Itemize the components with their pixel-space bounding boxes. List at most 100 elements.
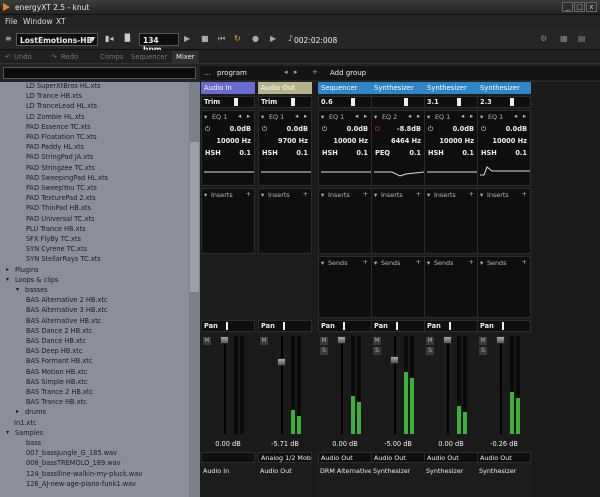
next-band-icon[interactable]: ▸: [523, 112, 526, 120]
tree-item[interactable]: bass: [26, 439, 41, 449]
tree-item[interactable]: BAS Motion HB.xtc: [26, 368, 87, 378]
eq-box[interactable]: ▾ EQ 1 ◂ ▸ ⏻ 0.0dB 10000 Hz HSH 0.1: [201, 110, 255, 186]
trim-box[interactable]: Trim: [258, 96, 312, 108]
sends-arrow-icon[interactable]: ▾: [321, 259, 324, 267]
tree-item[interactable]: BAS Simple HB.xtc: [26, 378, 88, 388]
trim-slider-handle[interactable]: [291, 98, 295, 106]
volume-fader[interactable]: [337, 336, 346, 344]
tree-item[interactable]: Loops & clips: [15, 276, 59, 286]
trim-box[interactable]: [371, 96, 425, 108]
tree-item[interactable]: PAD Floatation TC.xts: [26, 133, 97, 143]
tree-item[interactable]: BAS Trance 2 HB.xtc: [26, 388, 93, 398]
menu-file[interactable]: File: [5, 17, 18, 26]
pan-box[interactable]: Pan: [258, 320, 312, 332]
tree-item[interactable]: PAD Essence TC.xts: [26, 123, 91, 133]
tree-item[interactable]: PAD SweepYou TC.xts: [26, 184, 97, 194]
inserts-arrow-icon[interactable]: ▾: [204, 191, 207, 199]
tree-item[interactable]: BAS Alternative 3 HB.xtc: [26, 306, 108, 316]
power-icon[interactable]: ⏻: [322, 125, 327, 134]
pan-box[interactable]: Pan: [477, 320, 531, 332]
trim-slider-handle[interactable]: [234, 98, 238, 106]
play-icon[interactable]: ▶: [184, 34, 190, 43]
pan-handle[interactable]: [283, 322, 285, 330]
mute-button[interactable]: M: [479, 337, 487, 345]
inserts-arrow-icon[interactable]: ▾: [321, 191, 324, 199]
channel-name[interactable]: Sequencer: [318, 82, 372, 94]
collapse-arrow-icon[interactable]: ▾: [16, 286, 19, 293]
browser-scroll-thumb[interactable]: [190, 142, 199, 292]
program-label[interactable]: program: [217, 69, 247, 77]
mute-button[interactable]: M: [203, 337, 211, 345]
plus-icon[interactable]: +: [312, 68, 318, 76]
metronome-icon[interactable]: ▮◂: [105, 34, 113, 43]
eq-box[interactable]: ▾ EQ 1 ◂ ▸ ⏻ 0.0dB 10000 Hz HSH 0.1: [477, 110, 531, 186]
sends-arrow-icon[interactable]: ▾: [427, 259, 430, 267]
prev-band-icon[interactable]: ◂: [355, 112, 358, 120]
next-band-icon[interactable]: ▸: [364, 112, 367, 120]
output-selector[interactable]: Audio Out: [371, 452, 425, 463]
tree-item[interactable]: 124_basslline-walkin-my-pluck.wav: [26, 470, 142, 480]
tree-item[interactable]: BAS Trance HB.xtc: [26, 398, 87, 408]
redo-button[interactable]: Redo: [61, 53, 78, 61]
channel-name[interactable]: Audio Out: [258, 82, 312, 94]
inserts-arrow-icon[interactable]: ▾: [374, 191, 377, 199]
tree-item[interactable]: PLU Trance HB.xts: [26, 225, 86, 235]
panel-icon[interactable]: ▤: [578, 34, 586, 43]
wrench-icon[interactable]: ⚙: [540, 34, 547, 43]
pan-handle[interactable]: [396, 322, 398, 330]
trim-slider-handle[interactable]: [404, 98, 408, 106]
undo-icon[interactable]: ↶: [5, 53, 11, 61]
volume-fader[interactable]: [443, 336, 452, 344]
stop-icon[interactable]: ■: [201, 34, 209, 43]
tree-item[interactable]: LD Trance HB.xts: [26, 92, 82, 102]
dropdown-arrow-icon[interactable]: ▾: [480, 113, 483, 121]
close-button[interactable]: x: [586, 2, 597, 12]
tree-item[interactable]: BAS Deep HB.xtc: [26, 347, 82, 357]
eq-box[interactable]: ▾ EQ 1 ◂ ▸ ⏻ 0.0dB 10000 Hz HSH 0.1: [424, 110, 478, 186]
pan-handle[interactable]: [502, 322, 504, 330]
tree-item[interactable]: PAD Universal TC.xts: [26, 215, 94, 225]
dropdown-arrow-icon[interactable]: ▾: [374, 113, 377, 121]
add-group-button[interactable]: Add group: [330, 69, 366, 77]
menu-window[interactable]: Window: [23, 17, 53, 26]
tree-item[interactable]: SFX FlyBy TC.xts: [26, 235, 81, 245]
hamburger-menu-icon[interactable]: ≡: [5, 34, 12, 43]
sends-box[interactable]: ▾ Sends +: [318, 256, 372, 318]
loop-icon[interactable]: ↻: [234, 34, 241, 43]
solo-button[interactable]: S: [479, 347, 487, 355]
power-icon[interactable]: ⏻: [262, 125, 267, 134]
dropdown-arrow-icon[interactable]: ▾: [321, 113, 324, 121]
collapse-arrow-icon[interactable]: ▾: [6, 276, 9, 283]
prev-band-icon[interactable]: ◂: [514, 112, 517, 120]
volume-icon[interactable]: ▐▌: [122, 34, 133, 43]
eq-box[interactable]: ▾ EQ 1 ◂ ▸ ⏻ 0.0dB 9700 Hz HSH 0.1: [258, 110, 312, 186]
tab-sequencer[interactable]: Sequencer: [131, 53, 167, 61]
inserts-box[interactable]: ▾ Inserts +: [258, 188, 312, 254]
tree-item[interactable]: LD TranceLead HL.xts: [26, 102, 97, 112]
add-send-icon[interactable]: +: [469, 258, 474, 266]
volume-fader[interactable]: [220, 336, 229, 344]
pan-box[interactable]: Pan: [201, 320, 255, 332]
tree-item[interactable]: PAD StringPad JA.xts: [26, 153, 93, 163]
tree-item[interactable]: PAD SweepingPad HL.xts: [26, 174, 108, 184]
expand-arrow-icon[interactable]: ▸: [6, 266, 9, 273]
next-band-icon[interactable]: ▸: [417, 112, 420, 120]
tree-item[interactable]: BAS Alternative HB.xtc: [26, 317, 101, 327]
grid-icon[interactable]: ▦: [560, 34, 568, 43]
channel-name[interactable]: Synthesizer: [477, 82, 531, 94]
power-icon[interactable]: ⏻: [375, 125, 380, 134]
trim-slider-handle[interactable]: [457, 98, 461, 106]
sends-box[interactable]: ▾ Sends +: [477, 256, 531, 318]
pan-handle[interactable]: [226, 322, 228, 330]
play-small-icon[interactable]: ▶: [270, 34, 276, 43]
tree-item[interactable]: LD SuperXtBros HL.xts: [26, 82, 101, 92]
ellipsis-icon[interactable]: ...: [204, 69, 211, 77]
inserts-box[interactable]: ▾ Inserts +: [477, 188, 531, 254]
next-arrow-icon[interactable]: ▸: [294, 68, 298, 76]
record-icon[interactable]: ●: [252, 34, 259, 43]
tree-item[interactable]: PAD TexturePad 2.xts: [26, 194, 96, 204]
add-send-icon[interactable]: +: [416, 258, 421, 266]
tab-comps[interactable]: Comps: [100, 53, 123, 61]
tree-item[interactable]: drums: [25, 408, 46, 418]
power-icon[interactable]: ⏻: [205, 125, 210, 134]
